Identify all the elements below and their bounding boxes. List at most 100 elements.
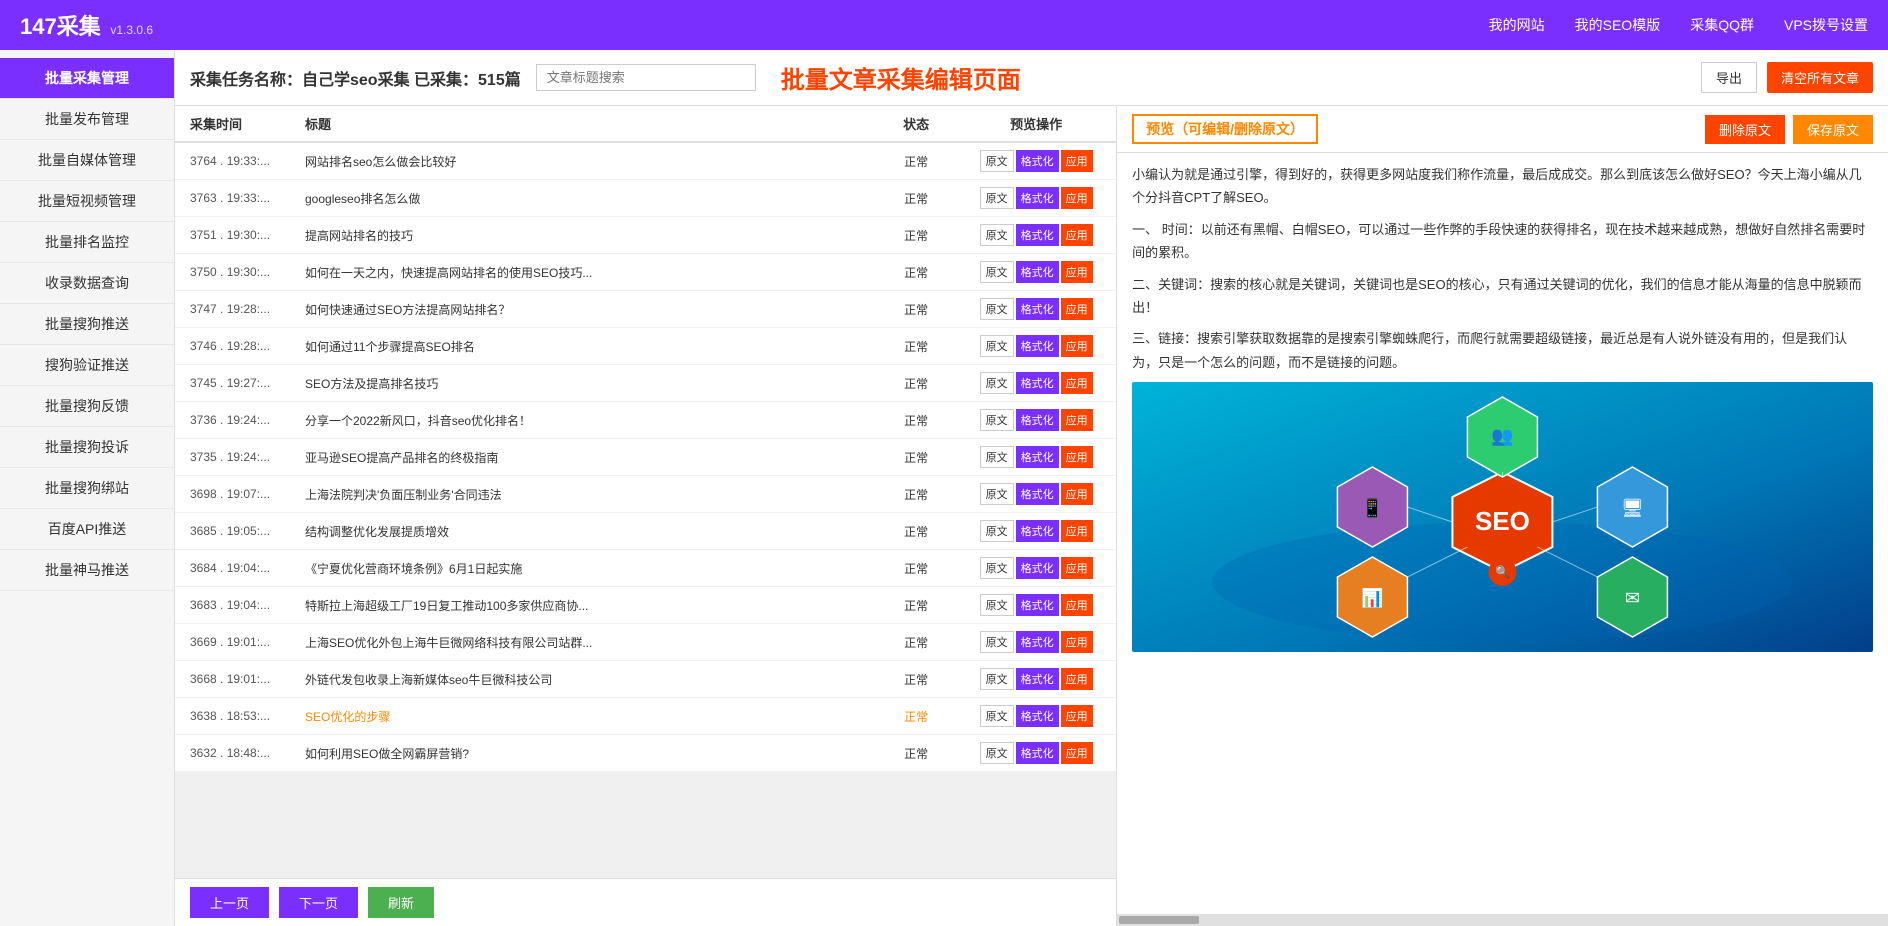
btn-geshi-10[interactable]: 格式化: [1016, 520, 1059, 542]
btn-yingyong-16[interactable]: 应用: [1061, 742, 1093, 764]
sidebar-item-publish[interactable]: 批量发布管理: [0, 99, 174, 140]
table-row[interactable]: 3735 . 19:24:... 亚马逊SEO提高产品排名的终极指南 正常 原文…: [175, 439, 1116, 476]
btn-yingyong-3[interactable]: 应用: [1061, 261, 1093, 283]
search-input[interactable]: [536, 64, 756, 91]
btn-yingyong-1[interactable]: 应用: [1061, 187, 1093, 209]
sidebar-item-rank-monitor[interactable]: 批量排名监控: [0, 222, 174, 263]
row-actions: 原文 格式化 应用: [956, 187, 1116, 209]
btn-geshi-9[interactable]: 格式化: [1016, 483, 1059, 505]
btn-yuan-11[interactable]: 原文: [980, 557, 1014, 579]
sidebar-item-sogou-bind[interactable]: 批量搜狗绑站: [0, 468, 174, 509]
btn-geshi-14[interactable]: 格式化: [1016, 668, 1059, 690]
clear-all-button[interactable]: 清空所有文章: [1767, 62, 1873, 93]
sidebar-item-indexed[interactable]: 收录数据查询: [0, 263, 174, 304]
row-actions: 原文 格式化 应用: [956, 298, 1116, 320]
table-row[interactable]: 3745 . 19:27:... SEO方法及提高排名技巧 正常 原文 格式化 …: [175, 365, 1116, 402]
btn-yuan-12[interactable]: 原文: [980, 594, 1014, 616]
btn-yuan-6[interactable]: 原文: [980, 372, 1014, 394]
btn-yuan-3[interactable]: 原文: [980, 261, 1014, 283]
nav-seo-template[interactable]: 我的SEO模版: [1575, 15, 1661, 35]
btn-yuan-7[interactable]: 原文: [980, 409, 1014, 431]
nav-vps-setting[interactable]: VPS拨号设置: [1784, 15, 1868, 35]
btn-yingyong-6[interactable]: 应用: [1061, 372, 1093, 394]
btn-yingyong-9[interactable]: 应用: [1061, 483, 1093, 505]
table-row[interactable]: 3685 . 19:05:... 结构调整优化发展提质增效 正常 原文 格式化 …: [175, 513, 1116, 550]
btn-yingyong-0[interactable]: 应用: [1061, 150, 1093, 172]
btn-yingyong-7[interactable]: 应用: [1061, 409, 1093, 431]
table-row[interactable]: 3668 . 19:01:... 外链代发包收录上海新媒体seo牛巨微科技公司 …: [175, 661, 1116, 698]
table-row[interactable]: 3684 . 19:04:... 《宁夏优化营商环境条例》6月1日起实施 正常 …: [175, 550, 1116, 587]
btn-yingyong-4[interactable]: 应用: [1061, 298, 1093, 320]
btn-yingyong-13[interactable]: 应用: [1061, 631, 1093, 653]
btn-yingyong-10[interactable]: 应用: [1061, 520, 1093, 542]
sidebar-item-baidu-api[interactable]: 百度API推送: [0, 509, 174, 550]
sidebar-item-shortvideo[interactable]: 批量短视频管理: [0, 181, 174, 222]
table-row[interactable]: 3746 . 19:28:... 如何通过11个步骤提高SEO排名 正常 原文 …: [175, 328, 1116, 365]
btn-yuan-4[interactable]: 原文: [980, 298, 1014, 320]
nav-qq-group[interactable]: 采集QQ群: [1690, 15, 1754, 35]
refresh-button[interactable]: 刷新: [368, 887, 434, 918]
btn-yuan-16[interactable]: 原文: [980, 742, 1014, 764]
prev-page-button[interactable]: 上一页: [190, 887, 269, 918]
btn-yuan-9[interactable]: 原文: [980, 483, 1014, 505]
table-row[interactable]: 3763 . 19:33:... googleseo排名怎么做 正常 原文 格式…: [175, 180, 1116, 217]
btn-yuan-14[interactable]: 原文: [980, 668, 1014, 690]
table-row[interactable]: 3698 . 19:07:... 上海法院判决'负面压制业务'合同违法 正常 原…: [175, 476, 1116, 513]
sidebar-item-sogou-feedback[interactable]: 批量搜狗反馈: [0, 386, 174, 427]
btn-geshi-3[interactable]: 格式化: [1016, 261, 1059, 283]
btn-yingyong-12[interactable]: 应用: [1061, 594, 1093, 616]
btn-yingyong-14[interactable]: 应用: [1061, 668, 1093, 690]
btn-yuan-10[interactable]: 原文: [980, 520, 1014, 542]
table-row[interactable]: 3750 . 19:30:... 如何在一天之内，快速提高网站排名的使用SEO技…: [175, 254, 1116, 291]
table-row[interactable]: 3747 . 19:28:... 如何快速通过SEO方法提高网站排名？ 正常 原…: [175, 291, 1116, 328]
sidebar-item-collect[interactable]: 批量采集管理: [0, 58, 174, 99]
btn-geshi-13[interactable]: 格式化: [1016, 631, 1059, 653]
right-scroll-bar[interactable]: [1117, 914, 1888, 926]
btn-yuan-8[interactable]: 原文: [980, 446, 1014, 468]
table-row[interactable]: 3751 . 19:30:... 提高网站排名的技巧 正常 原文 格式化 应用: [175, 217, 1116, 254]
sidebar-item-shenma-push[interactable]: 批量神马推送: [0, 550, 174, 591]
delete-original-button[interactable]: 删除原文: [1705, 115, 1785, 144]
export-button[interactable]: 导出: [1701, 62, 1757, 93]
sidebar-item-sogou-complaint[interactable]: 批量搜狗投诉: [0, 427, 174, 468]
table-row[interactable]: 3736 . 19:24:... 分享一个2022新风口，抖音seo优化排名！ …: [175, 402, 1116, 439]
btn-geshi-6[interactable]: 格式化: [1016, 372, 1059, 394]
btn-geshi-5[interactable]: 格式化: [1016, 335, 1059, 357]
btn-geshi-1[interactable]: 格式化: [1016, 187, 1059, 209]
btn-yuan-1[interactable]: 原文: [980, 187, 1014, 209]
next-page-button[interactable]: 下一页: [279, 887, 358, 918]
btn-geshi-16[interactable]: 格式化: [1016, 742, 1059, 764]
sidebar-item-sogou-verify[interactable]: 搜狗验证推送: [0, 345, 174, 386]
table-row[interactable]: 3638 . 18:53:... SEO优化的步骤 正常 原文 格式化 应用: [175, 698, 1116, 735]
row-status: 正常: [876, 301, 956, 318]
sidebar-item-media[interactable]: 批量自媒体管理: [0, 140, 174, 181]
right-panel-content[interactable]: 小编认为就是通过引擎，得到好的，获得更多网站度我们称作流量，最后成成交。那么到底…: [1117, 153, 1888, 914]
btn-geshi-7[interactable]: 格式化: [1016, 409, 1059, 431]
btn-geshi-12[interactable]: 格式化: [1016, 594, 1059, 616]
btn-yingyong-11[interactable]: 应用: [1061, 557, 1093, 579]
table-row[interactable]: 3683 . 19:04:... 特斯拉上海超级工厂19日复工推动100多家供应…: [175, 587, 1116, 624]
table-row[interactable]: 3632 . 18:48:... 如何利用SEO做全网霸屏营销? 正常 原文 格…: [175, 735, 1116, 772]
btn-geshi-8[interactable]: 格式化: [1016, 446, 1059, 468]
btn-geshi-2[interactable]: 格式化: [1016, 224, 1059, 246]
table-row[interactable]: 3764 . 19:33:... 网站排名seo怎么做会比较好 正常 原文 格式…: [175, 143, 1116, 180]
btn-geshi-11[interactable]: 格式化: [1016, 557, 1059, 579]
table-row[interactable]: 3669 . 19:01:... 上海SEO优化外包上海牛巨微网络科技有限公司站…: [175, 624, 1116, 661]
btn-yingyong-2[interactable]: 应用: [1061, 224, 1093, 246]
row-actions: 原文 格式化 应用: [956, 372, 1116, 394]
btn-yuan-2[interactable]: 原文: [980, 224, 1014, 246]
btn-yuan-13[interactable]: 原文: [980, 631, 1014, 653]
btn-yuan-0[interactable]: 原文: [980, 150, 1014, 172]
btn-yingyong-15[interactable]: 应用: [1061, 705, 1093, 727]
nav-my-site[interactable]: 我的网站: [1489, 15, 1545, 35]
btn-geshi-4[interactable]: 格式化: [1016, 298, 1059, 320]
btn-yingyong-8[interactable]: 应用: [1061, 446, 1093, 468]
btn-yingyong-5[interactable]: 应用: [1061, 335, 1093, 357]
content-area: 采集任务名称：自己学seo采集 已采集：515篇 批量文章采集编辑页面 导出 清…: [175, 50, 1888, 926]
btn-yuan-15[interactable]: 原文: [980, 705, 1014, 727]
btn-geshi-15[interactable]: 格式化: [1016, 705, 1059, 727]
sidebar-item-sogou-push[interactable]: 批量搜狗推送: [0, 304, 174, 345]
btn-geshi-0[interactable]: 格式化: [1016, 150, 1059, 172]
btn-yuan-5[interactable]: 原文: [980, 335, 1014, 357]
save-original-button[interactable]: 保存原文: [1793, 115, 1873, 144]
